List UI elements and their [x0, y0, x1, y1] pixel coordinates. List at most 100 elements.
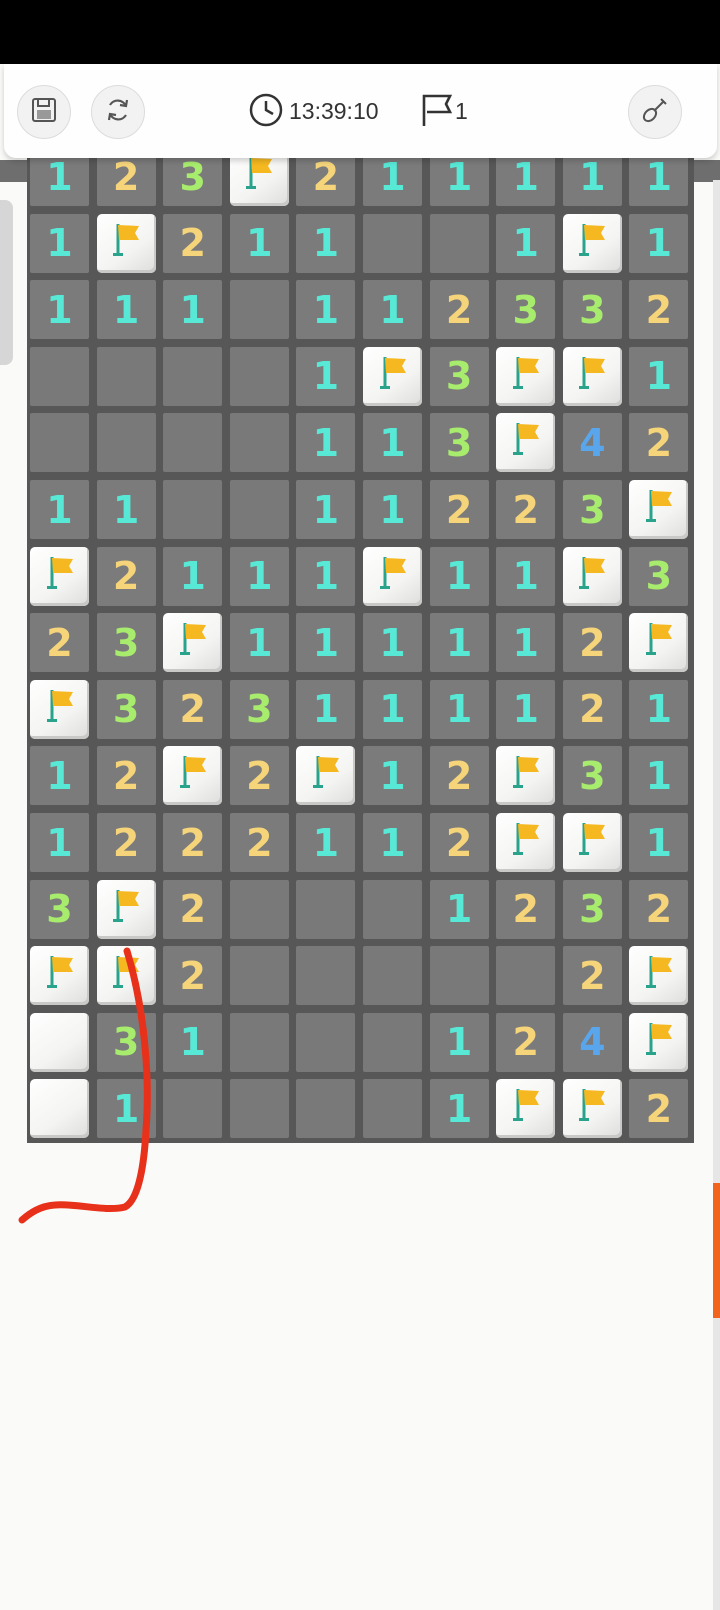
number-cell[interactable]: 1 — [30, 280, 89, 340]
empty-cell[interactable] — [96, 413, 156, 473]
number-cell[interactable]: 1 — [96, 480, 156, 539]
number-cell[interactable]: 1 — [629, 679, 689, 739]
number-cell[interactable]: 1 — [296, 280, 356, 340]
number-cell[interactable]: 1 — [296, 679, 356, 739]
number-cell[interactable]: 2 — [163, 879, 223, 939]
number-cell[interactable]: 1 — [429, 613, 489, 673]
number-cell[interactable]: 1 — [96, 1079, 156, 1139]
number-cell[interactable]: 3 — [229, 679, 289, 739]
flagged-cell[interactable] — [562, 813, 622, 872]
number-cell[interactable]: 1 — [496, 613, 556, 673]
number-cell[interactable]: 2 — [163, 679, 223, 739]
number-cell[interactable]: 2 — [429, 280, 489, 340]
empty-cell[interactable] — [163, 413, 223, 473]
number-cell[interactable]: 1 — [496, 546, 556, 606]
empty-cell[interactable] — [30, 346, 89, 406]
number-cell[interactable]: 2 — [229, 746, 289, 806]
number-cell[interactable]: 2 — [629, 413, 689, 473]
number-cell[interactable]: 2 — [96, 746, 156, 806]
flagged-cell[interactable] — [496, 1079, 556, 1139]
empty-cell[interactable] — [363, 879, 422, 939]
number-cell[interactable]: 3 — [496, 280, 556, 340]
number-cell[interactable]: 1 — [296, 346, 356, 406]
number-cell[interactable]: 1 — [296, 613, 356, 673]
number-cell[interactable]: 1 — [363, 679, 422, 739]
flagged-cell[interactable] — [496, 413, 556, 473]
number-cell[interactable]: 1 — [429, 879, 489, 939]
number-cell[interactable]: 3 — [429, 413, 489, 473]
number-cell[interactable]: 1 — [30, 480, 89, 539]
number-cell[interactable]: 1 — [30, 746, 89, 806]
number-cell[interactable]: 1 — [629, 346, 689, 406]
flagged-cell[interactable] — [96, 213, 156, 273]
number-cell[interactable]: 1 — [363, 746, 422, 806]
number-cell[interactable]: 1 — [629, 813, 689, 872]
flagged-cell[interactable] — [629, 946, 689, 1006]
flagged-cell[interactable] — [163, 613, 223, 673]
empty-cell[interactable] — [496, 946, 556, 1006]
number-cell[interactable]: 4 — [562, 1012, 622, 1072]
number-cell[interactable]: 2 — [96, 813, 156, 872]
empty-cell[interactable] — [163, 1079, 223, 1139]
empty-cell[interactable] — [229, 480, 289, 539]
empty-cell[interactable] — [229, 879, 289, 939]
number-cell[interactable]: 1 — [229, 546, 289, 606]
dig-mode-button[interactable] — [628, 85, 682, 139]
number-cell[interactable]: 1 — [96, 280, 156, 340]
empty-cell[interactable] — [163, 346, 223, 406]
number-cell[interactable]: 3 — [629, 546, 689, 606]
flagged-cell[interactable] — [562, 346, 622, 406]
number-cell[interactable]: 1 — [296, 480, 356, 539]
flagged-cell[interactable] — [496, 746, 556, 806]
flagged-cell[interactable] — [96, 946, 156, 1006]
number-cell[interactable]: 2 — [96, 546, 156, 606]
number-cell[interactable]: 2 — [496, 879, 556, 939]
flagged-cell[interactable] — [629, 480, 689, 539]
number-cell[interactable]: 3 — [562, 879, 622, 939]
number-cell[interactable]: 1 — [363, 813, 422, 872]
number-cell[interactable]: 2 — [429, 813, 489, 872]
covered-cell[interactable] — [30, 1012, 89, 1072]
number-cell[interactable]: 2 — [562, 946, 622, 1006]
number-cell[interactable]: 2 — [496, 480, 556, 539]
minesweeper-board[interactable]: 1232111111211111111123321311134211112232… — [27, 144, 694, 1143]
empty-cell[interactable] — [296, 1012, 356, 1072]
empty-cell[interactable] — [229, 346, 289, 406]
number-cell[interactable]: 1 — [429, 546, 489, 606]
scrollbar-thumb[interactable] — [713, 1183, 720, 1318]
empty-cell[interactable] — [229, 413, 289, 473]
number-cell[interactable]: 2 — [163, 813, 223, 872]
empty-cell[interactable] — [363, 1012, 422, 1072]
number-cell[interactable]: 2 — [30, 613, 89, 673]
empty-cell[interactable] — [296, 946, 356, 1006]
number-cell[interactable]: 3 — [562, 480, 622, 539]
number-cell[interactable]: 2 — [496, 1012, 556, 1072]
restart-button[interactable] — [91, 85, 145, 139]
number-cell[interactable]: 1 — [363, 413, 422, 473]
flagged-cell[interactable] — [363, 546, 422, 606]
number-cell[interactable]: 1 — [496, 679, 556, 739]
number-cell[interactable]: 1 — [363, 280, 422, 340]
empty-cell[interactable] — [96, 346, 156, 406]
empty-cell[interactable] — [429, 946, 489, 1006]
number-cell[interactable]: 1 — [296, 546, 356, 606]
flagged-cell[interactable] — [496, 813, 556, 872]
number-cell[interactable]: 1 — [429, 1079, 489, 1139]
number-cell[interactable]: 2 — [629, 1079, 689, 1139]
empty-cell[interactable] — [229, 280, 289, 340]
number-cell[interactable]: 1 — [363, 613, 422, 673]
flagged-cell[interactable] — [30, 946, 89, 1006]
number-cell[interactable]: 1 — [229, 213, 289, 273]
flagged-cell[interactable] — [163, 746, 223, 806]
number-cell[interactable]: 1 — [30, 813, 89, 872]
number-cell[interactable]: 1 — [429, 679, 489, 739]
number-cell[interactable]: 3 — [429, 346, 489, 406]
number-cell[interactable]: 1 — [163, 280, 223, 340]
empty-cell[interactable] — [429, 213, 489, 273]
number-cell[interactable]: 1 — [30, 213, 89, 273]
number-cell[interactable]: 2 — [163, 946, 223, 1006]
flagged-cell[interactable] — [629, 1012, 689, 1072]
number-cell[interactable]: 1 — [363, 480, 422, 539]
flagged-cell[interactable] — [562, 213, 622, 273]
number-cell[interactable]: 3 — [96, 1012, 156, 1072]
